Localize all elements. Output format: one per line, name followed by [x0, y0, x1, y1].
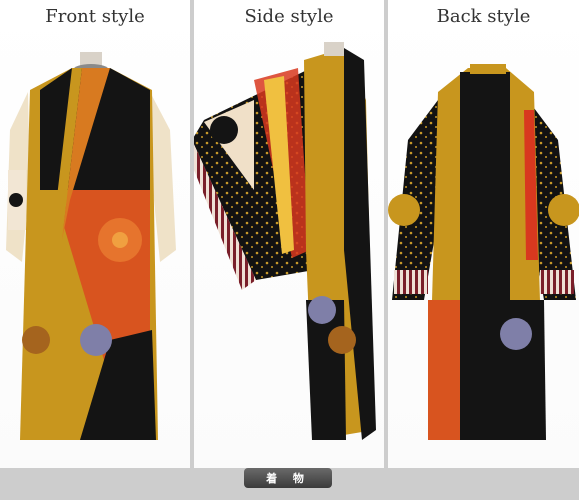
product-page: Front style Side style Back style 着 物 — [0, 0, 579, 500]
front-style-panel: Front style — [0, 0, 190, 468]
front-kimono-image — [6, 52, 176, 440]
side-kimono-image — [194, 42, 376, 440]
back-kimono-image — [388, 64, 579, 440]
kimono-label-badge: 着 物 — [244, 468, 332, 488]
back-style-panel: Back style — [388, 0, 579, 468]
side-style-panel: Side style — [194, 0, 384, 468]
